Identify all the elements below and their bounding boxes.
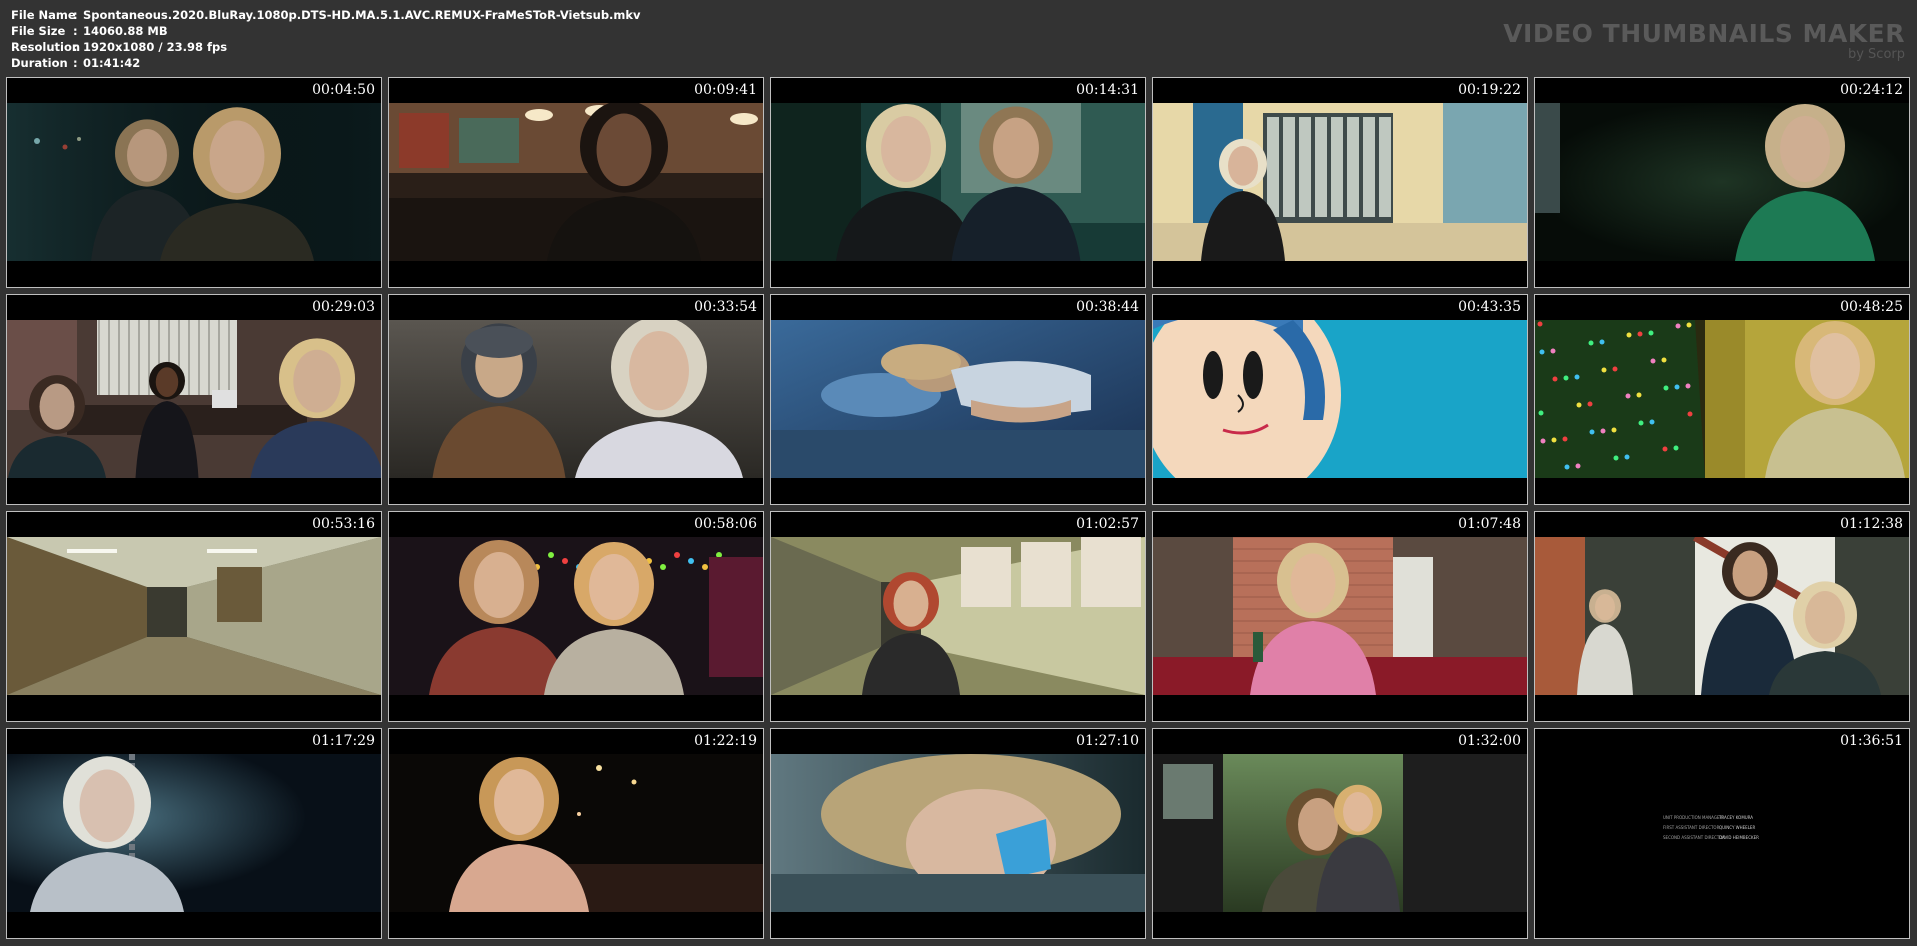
file-size-value: 14060.88 MB bbox=[83, 24, 168, 38]
video-frame-image bbox=[1153, 754, 1527, 912]
brand-logo: VIDEO THUMBNAILS MAKER by Scorp bbox=[1503, 20, 1905, 62]
timestamp-label: 00:09:41 bbox=[694, 82, 757, 98]
timestamp-label: 01:07:48 bbox=[1458, 516, 1521, 532]
timestamp-label: 00:58:06 bbox=[694, 516, 757, 532]
timestamp-label: 01:32:00 bbox=[1458, 733, 1521, 749]
separator: : bbox=[73, 56, 78, 70]
video-frame-image bbox=[389, 537, 763, 695]
thumbnail-frame: 00:43:35 bbox=[1152, 294, 1528, 505]
brand-subtitle: by Scorp bbox=[1847, 47, 1905, 62]
timestamp-label: 01:02:57 bbox=[1076, 516, 1139, 532]
resolution-row: Resolution : 1920x1080 / 23.98 fps bbox=[11, 39, 641, 55]
timestamp-label: 01:22:19 bbox=[694, 733, 757, 749]
video-frame-image bbox=[771, 320, 1145, 478]
file-size-row: File Size : 14060.88 MB bbox=[11, 23, 641, 39]
thumbnail-frame: 01:12:38 bbox=[1534, 511, 1910, 722]
duration-label: Duration bbox=[11, 56, 68, 70]
timestamp-label: 00:24:12 bbox=[1840, 82, 1903, 98]
thumbnail-frame: 01:22:19 bbox=[388, 728, 764, 939]
file-name-row: File Name : Spontaneous.2020.BluRay.1080… bbox=[11, 7, 641, 23]
timestamp-label: 00:19:22 bbox=[1458, 82, 1521, 98]
video-frame-image bbox=[771, 537, 1145, 695]
thumbnail-frame: 00:33:54 bbox=[388, 294, 764, 505]
file-info-block: File Name : Spontaneous.2020.BluRay.1080… bbox=[11, 7, 641, 71]
timestamp-label: 00:04:50 bbox=[312, 82, 375, 98]
credit-role: FIRST ASSISTANT DIRECTOR bbox=[1663, 825, 1720, 830]
thumbnail-frame: 00:53:16 bbox=[6, 511, 382, 722]
thumbnail-frame: 00:14:31 bbox=[770, 77, 1146, 288]
resolution-label: Resolution bbox=[11, 40, 81, 54]
thumbnail-frame: 00:24:12 bbox=[1534, 77, 1910, 288]
video-frame-image bbox=[389, 320, 763, 478]
credit-role: UNIT PRODUCTION MANAGER bbox=[1663, 815, 1723, 820]
timestamp-label: 00:29:03 bbox=[312, 299, 375, 315]
timestamp-label: 00:38:44 bbox=[1076, 299, 1139, 315]
credit-row: FIRST ASSISTANT DIRECTOR QUINCY WHEELER bbox=[1663, 823, 1759, 833]
credit-role: SECOND ASSISTANT DIRECTOR bbox=[1663, 835, 1726, 840]
brand-title: VIDEO THUMBNAILS MAKER bbox=[1503, 19, 1905, 48]
timestamp-label: 00:33:54 bbox=[694, 299, 757, 315]
credit-name: TRACEY KOMURA bbox=[1719, 815, 1754, 820]
info-header: File Name : Spontaneous.2020.BluRay.1080… bbox=[0, 0, 1917, 74]
video-frame-image bbox=[1153, 320, 1527, 478]
resolution-value: 1920x1080 / 23.98 fps bbox=[83, 40, 228, 54]
thumbnail-frame: 01:07:48 bbox=[1152, 511, 1528, 722]
thumbnail-frame: 00:48:25 bbox=[1534, 294, 1910, 505]
video-frame-image bbox=[389, 754, 763, 912]
thumbnail-frame: 00:29:03 bbox=[6, 294, 382, 505]
credit-name: DAVID HEIMBECKER bbox=[1719, 835, 1759, 840]
thumbnail-frame: 00:58:06 bbox=[388, 511, 764, 722]
timestamp-label: 00:43:35 bbox=[1458, 299, 1521, 315]
separator: : bbox=[73, 40, 78, 54]
file-name-label: File Name bbox=[11, 8, 76, 22]
thumbnail-grid: 00:04:50 00:09:41 00:14:31 00:19:22 00:2… bbox=[6, 77, 1910, 939]
file-size-label: File Size bbox=[11, 24, 66, 38]
video-frame-image bbox=[7, 103, 381, 261]
video-frame-image bbox=[1535, 537, 1909, 695]
duration-row: Duration : 01:41:42 bbox=[11, 55, 641, 71]
timestamp-label: 00:14:31 bbox=[1076, 82, 1139, 98]
video-frame-image bbox=[7, 537, 381, 695]
thumbnail-frame: 01:17:29 bbox=[6, 728, 382, 939]
timestamp-label: 00:53:16 bbox=[312, 516, 375, 532]
timestamp-label: 01:36:51 bbox=[1840, 733, 1903, 749]
video-frame-image bbox=[1153, 103, 1527, 261]
video-frame-image bbox=[771, 754, 1145, 912]
file-name-value: Spontaneous.2020.BluRay.1080p.DTS-HD.MA.… bbox=[83, 8, 641, 22]
thumbnail-frame: 00:04:50 bbox=[6, 77, 382, 288]
end-credits-text: UNIT PRODUCTION MANAGER TRACEY KOMURA FIRS… bbox=[1663, 813, 1759, 843]
credit-name: QUINCY WHEELER bbox=[1719, 825, 1756, 830]
video-frame-image bbox=[1153, 537, 1527, 695]
video-frame-image bbox=[771, 103, 1145, 261]
timestamp-label: 01:17:29 bbox=[312, 733, 375, 749]
credit-row: UNIT PRODUCTION MANAGER TRACEY KOMURA bbox=[1663, 813, 1759, 823]
thumbnail-frame: 01:36:51 UNIT PRODUCTION MANAGER TRACEY K… bbox=[1534, 728, 1910, 939]
video-frame-image bbox=[1535, 320, 1909, 478]
timestamp-label: 01:27:10 bbox=[1076, 733, 1139, 749]
timestamp-label: 00:48:25 bbox=[1840, 299, 1903, 315]
video-frame-image bbox=[1535, 103, 1909, 261]
thumbnail-frame: 00:19:22 bbox=[1152, 77, 1528, 288]
thumbnail-frame: 01:27:10 bbox=[770, 728, 1146, 939]
thumbnail-frame: 01:02:57 bbox=[770, 511, 1146, 722]
thumbnail-frame: 00:09:41 bbox=[388, 77, 764, 288]
thumbnail-frame: 00:38:44 bbox=[770, 294, 1146, 505]
separator: : bbox=[73, 8, 78, 22]
video-frame-image bbox=[7, 320, 381, 478]
duration-value: 01:41:42 bbox=[83, 56, 141, 70]
credit-row: SECOND ASSISTANT DIRECTOR DAVID HEIMBECKE… bbox=[1663, 833, 1759, 843]
video-frame-image bbox=[7, 754, 381, 912]
thumbnail-frame: 01:32:00 bbox=[1152, 728, 1528, 939]
separator: : bbox=[73, 24, 78, 38]
video-frame-image bbox=[389, 103, 763, 261]
timestamp-label: 01:12:38 bbox=[1840, 516, 1903, 532]
